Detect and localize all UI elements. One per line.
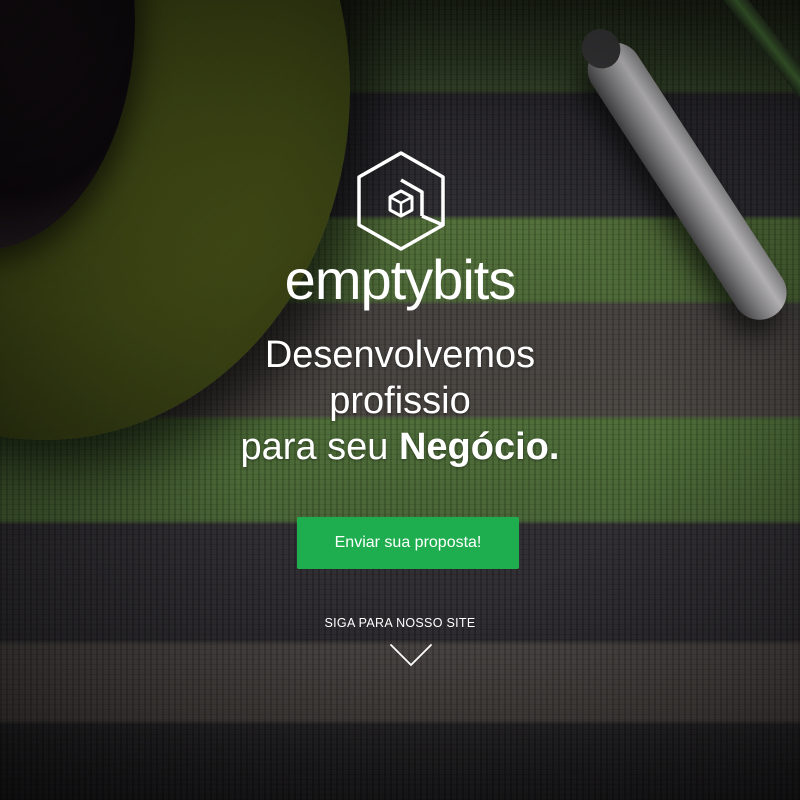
hero-headline: Desenvolvemos profissio para seu Negócio… <box>0 332 800 470</box>
brand-name-light: empty <box>284 248 433 311</box>
headline-line-1: Desenvolvemos <box>264 334 536 376</box>
brand-wordmark: emptybits <box>0 248 800 312</box>
hero-content: emptybits Desenvolvemos profissio para s… <box>0 0 800 800</box>
scroll-to-site-link[interactable]: SIGA PARA NOSSO SITE <box>0 616 800 630</box>
hero-section: emptybits Desenvolvemos profissio para s… <box>0 0 800 800</box>
brand-name-bold: bits <box>432 248 516 311</box>
headline-line-3-prefix: para seu <box>240 426 389 468</box>
send-proposal-button[interactable]: Enviar sua proposta! <box>297 517 519 569</box>
headline-emphasis: Negócio. <box>398 426 560 468</box>
headline-line-3: para seu Negócio. <box>0 424 800 470</box>
chevron-down-icon[interactable] <box>389 643 433 667</box>
hexagon-cube-icon <box>357 151 445 251</box>
headline-line-2: profissio <box>329 380 471 422</box>
